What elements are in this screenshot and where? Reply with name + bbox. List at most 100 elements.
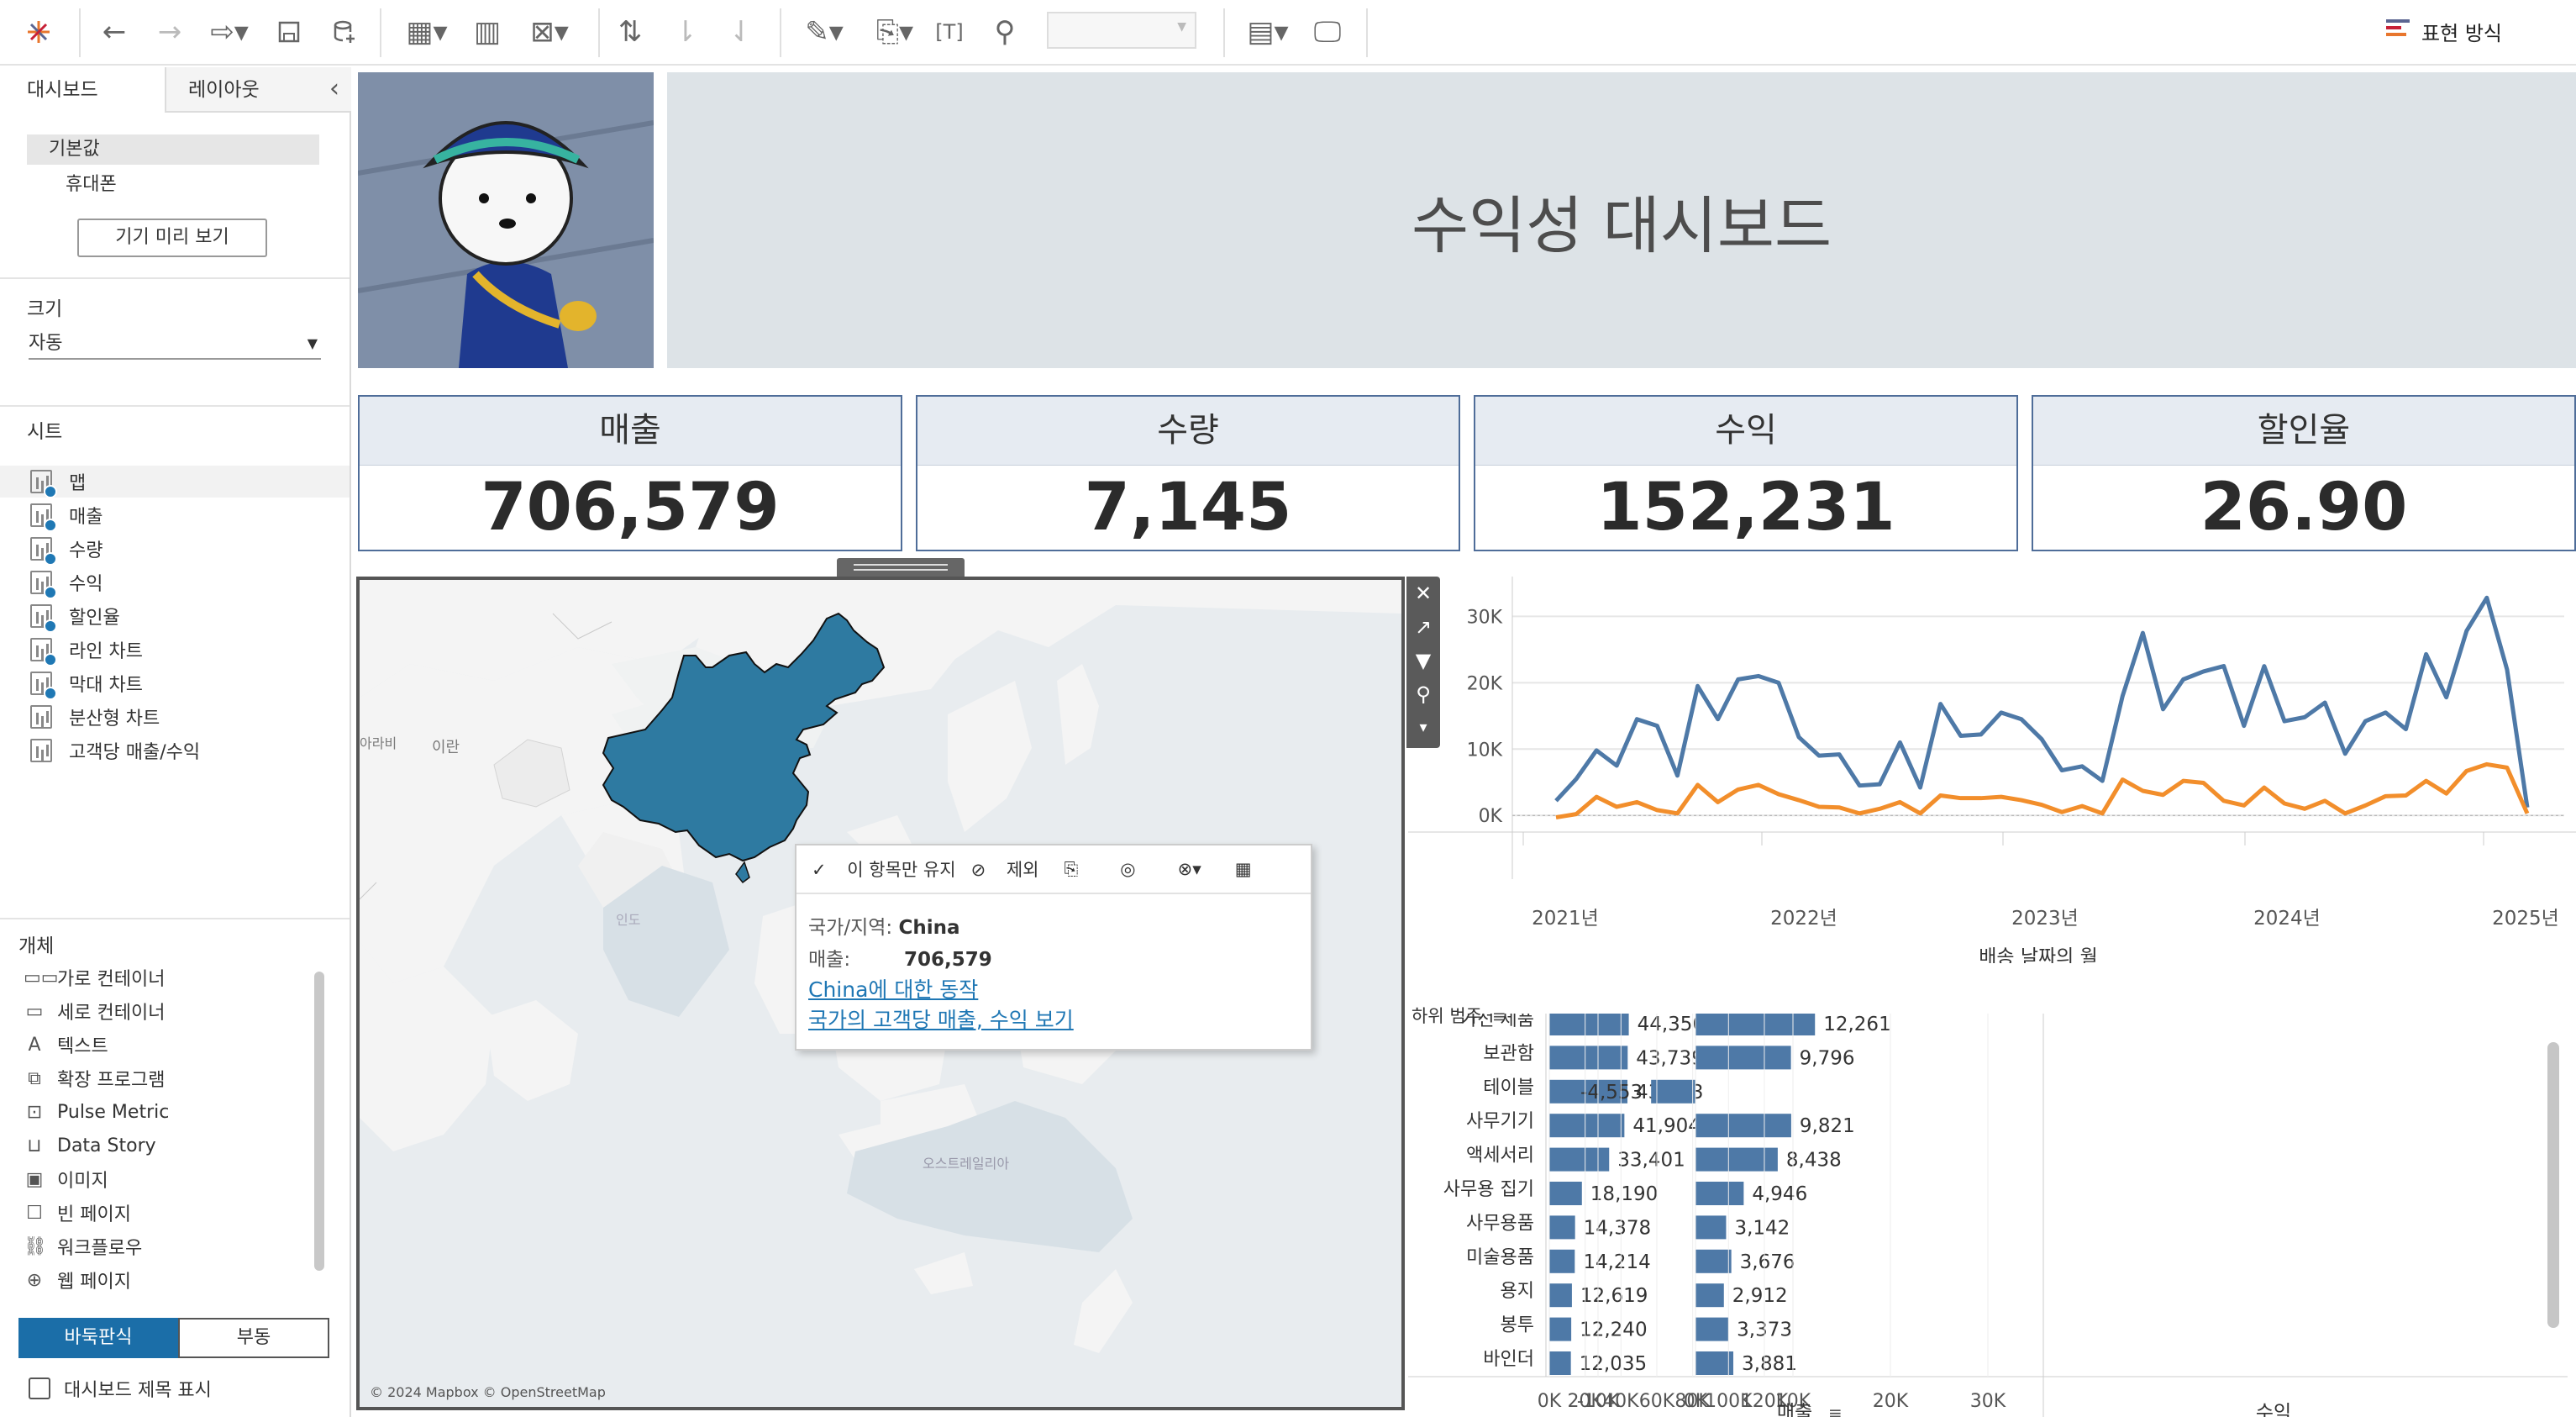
fit-dropdown[interactable]: ▼: [1047, 12, 1196, 49]
clear-sheet-icon[interactable]: ⊠▾: [516, 12, 583, 52]
tiled-button[interactable]: 바둑판식: [18, 1318, 178, 1358]
profit-bar[interactable]: [1695, 1147, 1778, 1172]
size-select[interactable]: 자동 ▼: [29, 329, 321, 360]
sales-bar[interactable]: [1549, 1317, 1572, 1341]
keep-only-button[interactable]: ✓ 이 항목만 유지: [812, 856, 956, 882]
layout-mode-toggle: 바둑판식 부동: [18, 1318, 329, 1358]
sheet-item[interactable]: 분산형 차트: [30, 701, 160, 733]
sheet-item[interactable]: 막대 차트: [30, 667, 143, 700]
show-title-option[interactable]: 대시보드 제목 표시: [29, 1375, 212, 1402]
kpi-card[interactable]: 수량 7,145: [916, 395, 1460, 551]
blank-icon: ☐: [26, 1202, 43, 1224]
profit-bar[interactable]: [1695, 1012, 1816, 1035]
save-icon[interactable]: [274, 12, 304, 52]
sales-bar[interactable]: [1549, 1012, 1629, 1035]
objects-title: 개체: [18, 935, 55, 957]
line-chart[interactable]: 0K10K20K30K2021년 2022년 2023년 2024년 2025년배송 날…: [1408, 577, 2576, 963]
sort-ascending-icon[interactable]: ⇂: [669, 12, 702, 52]
exclude-button[interactable]: ⊘ 제외: [971, 856, 1039, 882]
sheet-item[interactable]: 매출: [30, 499, 103, 532]
sheet-label: 고객당 매출/수익: [69, 742, 201, 763]
object-item[interactable]: ⊕ 웹 페이지: [24, 1264, 131, 1296]
sheet-label: 수익: [69, 574, 103, 595]
sales-bar[interactable]: [1549, 1249, 1575, 1273]
profit-bar[interactable]: [1695, 1317, 1729, 1341]
profit-bar[interactable]: [1651, 1079, 1695, 1104]
label-icon[interactable]: [T]: [933, 12, 966, 52]
sales-bar[interactable]: [1549, 1215, 1575, 1240]
kpi-card[interactable]: 할인율 26.90: [2032, 395, 2576, 551]
object-item[interactable]: ⊔ Data Story: [24, 1130, 155, 1162]
device-preview-button[interactable]: 기기 미리 보기: [77, 219, 267, 257]
kpi-card[interactable]: 매출 706,579: [358, 395, 902, 551]
sheet-label: 분산형 차트: [69, 708, 160, 730]
sheet-item[interactable]: 고객당 매출/수익: [30, 735, 200, 766]
object-item[interactable]: ⛓ 워크플로우: [24, 1230, 142, 1262]
sheet-item[interactable]: 라인 차트: [30, 634, 143, 666]
device-default[interactable]: 기본값: [27, 134, 319, 165]
show-title-checkbox[interactable]: [29, 1377, 50, 1399]
x-tick-label: 2021년: [1532, 908, 1599, 930]
object-item[interactable]: ⧉ 확장 프로그램: [24, 1062, 165, 1094]
kpi-label: 할인율: [2033, 397, 2574, 466]
sheet-item[interactable]: 할인율: [30, 600, 120, 633]
bar-chart[interactable]: 하위 범주 ≡가전 제품 44,350 12,261보관함 43,739 9,796테이블…: [1408, 930, 2576, 1417]
replay-icon[interactable]: ⇨▾: [200, 12, 259, 52]
group-members-icon[interactable]: ⎘: [1064, 859, 1078, 880]
drag-handle[interactable]: [837, 558, 965, 577]
highlight-icon[interactable]: ✎▾: [795, 12, 854, 52]
new-datasource-icon[interactable]: [328, 12, 361, 52]
tooltip-view-link[interactable]: 국가의 고객당 매출, 수익 보기: [808, 1003, 1074, 1034]
object-item[interactable]: A 텍스트: [24, 1029, 108, 1061]
show-me-button[interactable]: 표현 방식: [2386, 17, 2502, 46]
object-item[interactable]: ☐ 빈 페이지: [24, 1197, 131, 1229]
profit-bar[interactable]: [1695, 1249, 1732, 1273]
profit-bar-label: 4,946: [1752, 1183, 1807, 1205]
group-icon[interactable]: ⎘▾: [865, 12, 924, 52]
redo-icon[interactable]: →: [151, 12, 188, 52]
object-item[interactable]: ▭ 세로 컨테이너: [24, 995, 166, 1027]
profit-bar[interactable]: [1695, 1215, 1727, 1240]
sales-bar[interactable]: [1549, 1351, 1571, 1375]
tooltip-action-link[interactable]: China에 대한 동작: [808, 973, 978, 1003]
kpi-card[interactable]: 수익 152,231: [1474, 395, 2018, 551]
presentation-icon[interactable]: 🖵: [1311, 12, 1344, 52]
profit-bar[interactable]: [1695, 1046, 1791, 1070]
sheet-item[interactable]: 수량: [30, 533, 103, 566]
profit-bar[interactable]: [1695, 1182, 1744, 1205]
sheet-item[interactable]: 수익: [30, 566, 103, 599]
duplicate-sheet-icon[interactable]: ▥: [471, 12, 504, 52]
map-label-india: 인도: [616, 912, 640, 928]
tableau-logo-icon[interactable]: [22, 12, 55, 52]
sheet-item[interactable]: 맵: [0, 466, 350, 498]
profit-bar[interactable]: [1695, 1283, 1724, 1308]
sales-bar[interactable]: [1549, 1046, 1628, 1070]
set-actions-icon[interactable]: ⊗▾: [1178, 859, 1201, 879]
sort-descending-icon[interactable]: ⇃: [724, 12, 758, 52]
object-item[interactable]: ▣ 이미지: [24, 1163, 108, 1195]
objects-scrollbar[interactable]: [314, 972, 324, 1271]
collapse-icon[interactable]: ‹: [329, 74, 339, 103]
undo-icon[interactable]: ←: [96, 12, 133, 52]
workflow-icon: ⛓: [24, 1235, 47, 1257]
device-phone[interactable]: 휴대폰: [66, 169, 117, 196]
floating-button[interactable]: 부동: [178, 1318, 329, 1358]
sales-bar[interactable]: [1549, 1147, 1610, 1172]
object-item[interactable]: ⊡ Pulse Metric: [24, 1096, 170, 1128]
profit-bar[interactable]: [1695, 1351, 1734, 1375]
show-cards-icon[interactable]: ▤▾: [1238, 12, 1297, 52]
object-item[interactable]: ▭▭ 가로 컨테이너: [24, 961, 165, 993]
sales-bar[interactable]: [1549, 1283, 1572, 1308]
swap-icon[interactable]: ⇅: [613, 12, 647, 52]
view-data-icon[interactable]: ▦: [1235, 859, 1252, 879]
create-set-icon[interactable]: ◎: [1120, 859, 1135, 879]
new-worksheet-icon[interactable]: ▦▾: [395, 12, 459, 52]
sales-bar[interactable]: [1549, 1114, 1625, 1138]
tab-layout[interactable]: 레이아웃: [165, 67, 351, 113]
bar-chart-scrollbar[interactable]: [2547, 1042, 2559, 1328]
text-icon: A: [28, 1034, 41, 1056]
profit-bar[interactable]: [1695, 1114, 1791, 1138]
tab-dashboard[interactable]: 대시보드: [0, 67, 165, 113]
pin-icon[interactable]: ⚲: [988, 12, 1022, 52]
sales-bar[interactable]: [1549, 1182, 1582, 1205]
